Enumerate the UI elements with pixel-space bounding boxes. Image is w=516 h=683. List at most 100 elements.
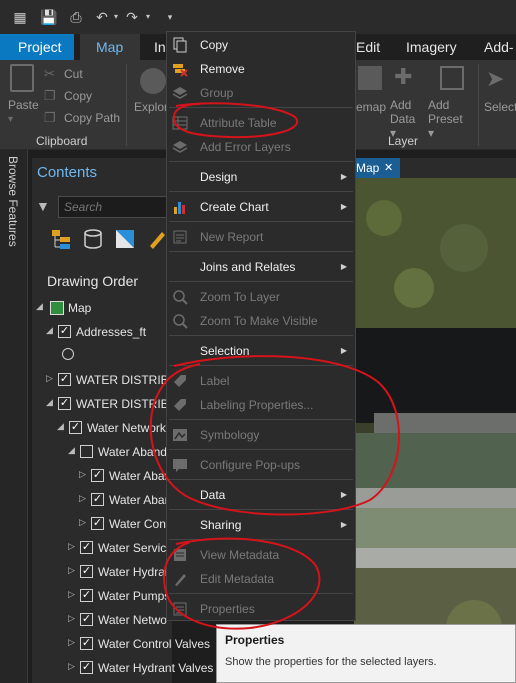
visibility-checkbox[interactable]: ✓ xyxy=(80,565,93,578)
layer-row[interactable]: ▷ ✓ Water Cons xyxy=(79,515,172,533)
expand-arrow-icon[interactable]: ◢ xyxy=(57,421,64,432)
select-button[interactable]: Select xyxy=(484,100,516,114)
filter-icon[interactable]: ▼ xyxy=(36,198,50,214)
contents-search-input[interactable] xyxy=(58,196,172,218)
menu-item-selection[interactable]: Selection ▶ xyxy=(167,339,355,363)
layer-row[interactable]: ▷ ✓ Water Hydrant Valves xyxy=(68,659,213,677)
table-icon xyxy=(172,116,188,130)
list-by-drawing-order-icon[interactable] xyxy=(50,228,72,250)
ribbon-separator xyxy=(478,64,479,146)
close-icon[interactable]: ✕ xyxy=(384,158,393,178)
menu-item-group[interactable]: Group xyxy=(167,81,355,105)
menu-item-create-chart[interactable]: Create Chart ▶ xyxy=(167,195,355,219)
menu-item-sharing[interactable]: Sharing ▶ xyxy=(167,513,355,537)
undo-dropdown-icon[interactable]: ▾ xyxy=(108,9,124,25)
menu-item-edit-metadata[interactable]: Edit Metadata xyxy=(167,567,355,591)
add-preset-icon xyxy=(440,66,464,90)
expand-arrow-icon[interactable]: ▷ xyxy=(68,661,75,672)
browse-features-pane-tab[interactable]: Browse Features xyxy=(0,150,28,683)
menu-item-symbology[interactable]: Symbology xyxy=(167,423,355,447)
visibility-checkbox[interactable]: ✓ xyxy=(80,589,93,602)
menu-item-configure-pop-ups[interactable]: Configure Pop-ups xyxy=(167,453,355,477)
paste-button[interactable]: Paste xyxy=(8,98,39,112)
copy-button[interactable]: Copy xyxy=(64,89,92,103)
map-view-tab[interactable]: Map ✕ xyxy=(354,158,400,178)
save-icon[interactable]: 💾 xyxy=(40,9,57,25)
redo-icon[interactable]: ↷ xyxy=(124,9,140,25)
expand-arrow-icon[interactable]: ◢ xyxy=(46,397,53,408)
layer-row[interactable]: ▷ ✓ Water Pumps xyxy=(68,587,172,605)
list-by-data-source-icon[interactable] xyxy=(82,228,104,250)
visibility-checkbox[interactable]: ✓ xyxy=(80,541,93,554)
menu-item-zoom-to-make-visible[interactable]: Zoom To Make Visible xyxy=(167,309,355,333)
tab-project[interactable]: Project xyxy=(0,34,74,60)
layer-row[interactable]: ▷ ✓ Water Aban xyxy=(79,491,172,509)
visibility-checkbox[interactable]: ✓ xyxy=(91,517,104,530)
menu-item-zoom-to-layer[interactable]: Zoom To Layer xyxy=(167,285,355,309)
list-by-selection-icon[interactable] xyxy=(114,228,136,250)
visibility-checkbox[interactable]: ✓ xyxy=(58,373,71,386)
visibility-checkbox[interactable]: ✓ xyxy=(91,493,104,506)
layer-row[interactable]: ◢ ✓ Water Network xyxy=(57,419,172,437)
menu-item-labeling-properties[interactable]: Labeling Properties... xyxy=(167,393,355,417)
expand-arrow-icon[interactable]: ◢ xyxy=(68,445,75,456)
layer-row[interactable]: ▷ ✓ Water Control Valves xyxy=(68,635,210,653)
expand-arrow-icon[interactable]: ▷ xyxy=(68,613,75,624)
expand-arrow-icon[interactable]: ▷ xyxy=(46,373,53,384)
layer-row[interactable]: ◢ ✓ Addresses_ft xyxy=(46,323,172,341)
visibility-checkbox[interactable]: ✓ xyxy=(80,613,93,626)
menu-separator xyxy=(169,221,353,222)
expand-arrow-icon[interactable]: ◢ xyxy=(46,325,53,336)
expand-arrow-icon[interactable]: ▷ xyxy=(68,565,75,576)
layer-row[interactable]: ▷ ✓ Water Hydran xyxy=(68,563,172,581)
visibility-checkbox[interactable] xyxy=(80,445,93,458)
list-by-editing-icon[interactable] xyxy=(146,228,168,250)
expand-arrow-icon[interactable]: ▷ xyxy=(79,517,86,528)
expand-arrow-icon[interactable]: ▷ xyxy=(68,541,75,552)
menu-item-design[interactable]: Design ▶ xyxy=(167,165,355,189)
layer-row[interactable]: ▷ ✓ WATER DISTRIBU xyxy=(46,371,177,389)
explore-button[interactable]: Explor xyxy=(134,100,168,114)
customize-toolbar-icon[interactable]: ▾ xyxy=(162,9,178,25)
tab-map[interactable]: Map xyxy=(80,34,140,60)
menu-item-new-report[interactable]: New Report xyxy=(167,225,355,249)
copy-path-button[interactable]: Copy Path xyxy=(64,111,120,125)
menu-item-view-metadata[interactable]: View Metadata xyxy=(167,543,355,567)
expand-arrow-icon[interactable]: ▷ xyxy=(79,469,86,480)
menu-item-data[interactable]: Data ▶ xyxy=(167,483,355,507)
tab-imagery[interactable]: Imagery xyxy=(392,34,471,60)
print-icon[interactable]: ⎙ xyxy=(68,9,84,25)
menu-item-remove[interactable]: Remove xyxy=(167,57,355,81)
layer-row[interactable]: ◢ ✓ WATER DISTRIBU xyxy=(46,395,177,413)
map-view[interactable] xyxy=(354,178,516,683)
menu-separator xyxy=(169,335,353,336)
menu-item-attribute-table[interactable]: Attribute Table xyxy=(167,111,355,135)
expand-arrow-icon[interactable]: ◢ xyxy=(36,301,43,312)
visibility-checkbox[interactable]: ✓ xyxy=(58,325,71,338)
visibility-checkbox[interactable]: ✓ xyxy=(91,469,104,482)
add-preset-button[interactable]: Add Preset ▾ xyxy=(428,98,472,140)
visibility-checkbox[interactable]: ✓ xyxy=(69,421,82,434)
menu-item-joins-and-relates[interactable]: Joins and Relates ▶ xyxy=(167,255,355,279)
visibility-checkbox[interactable]: ✓ xyxy=(80,637,93,650)
menu-item-copy[interactable]: Copy xyxy=(167,33,355,57)
project-icon[interactable]: ▦ xyxy=(12,9,28,25)
paste-dropdown-icon[interactable]: ▾ xyxy=(8,114,13,125)
expand-arrow-icon[interactable]: ▷ xyxy=(68,589,75,600)
tab-add-in[interactable]: Add-I xyxy=(470,34,516,81)
visibility-checkbox[interactable]: ✓ xyxy=(80,661,93,674)
expand-arrow-icon[interactable]: ▷ xyxy=(79,493,86,504)
layer-row[interactable]: ◢ Water Aband xyxy=(68,443,172,461)
layer-row[interactable]: ▷ ✓ Water Service xyxy=(68,539,173,557)
menu-item-add-error-layers[interactable]: Add Error Layers xyxy=(167,135,355,159)
redo-dropdown-icon[interactable]: ▾ xyxy=(140,9,156,25)
layer-row[interactable]: ▷ ✓ Water Aban xyxy=(79,467,172,485)
layer-map[interactable]: ◢ Map xyxy=(36,299,172,317)
menu-item-label[interactable]: Label xyxy=(167,369,355,393)
menu-item-properties[interactable]: Properties xyxy=(167,597,355,621)
basemap-button[interactable]: emap xyxy=(356,100,386,114)
cut-button[interactable]: Cut xyxy=(64,67,83,81)
visibility-checkbox[interactable]: ✓ xyxy=(58,397,71,410)
layer-row[interactable]: ▷ ✓ Water Netwo xyxy=(68,611,172,629)
expand-arrow-icon[interactable]: ▷ xyxy=(68,637,75,648)
